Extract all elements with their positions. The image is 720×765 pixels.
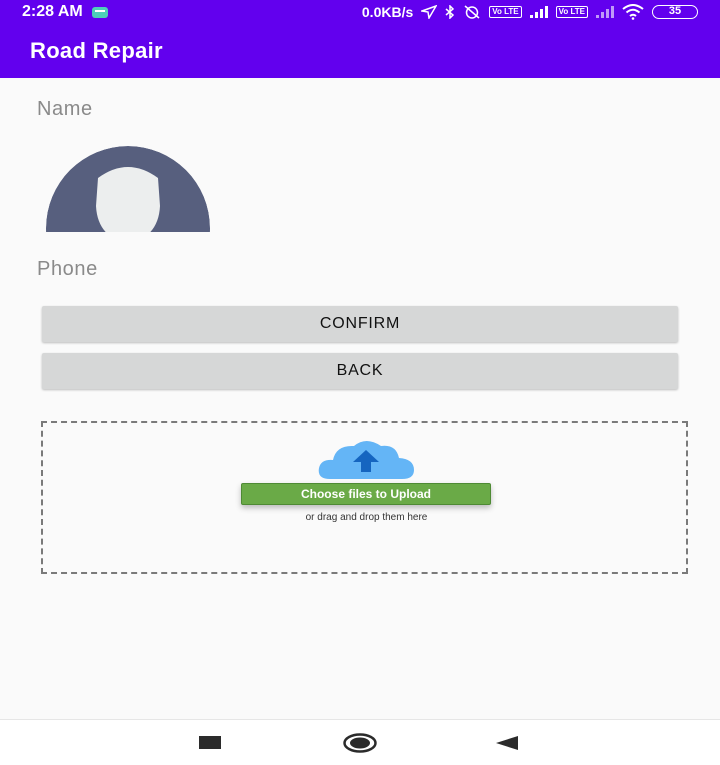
name-label: Name	[37, 98, 93, 120]
volte-badge-2: Vo LTE	[555, 6, 588, 18]
recent-apps-icon[interactable]	[199, 736, 221, 755]
status-bar: 2:28 AM 0.0KB/s Vo LTE Vo LTE 35	[0, 0, 720, 24]
back-button[interactable]: BACK	[42, 353, 678, 389]
file-drop-zone[interactable]: Choose files to Upload or drag and drop …	[41, 421, 688, 574]
alarm-off-icon	[463, 5, 481, 19]
battery-indicator: 35	[652, 5, 698, 19]
home-icon[interactable]	[343, 733, 377, 758]
network-speed: 0.0KB/s	[361, 4, 414, 20]
wifi-icon	[622, 4, 644, 20]
volte-badge: Vo LTE	[489, 6, 522, 18]
location-icon	[421, 5, 438, 19]
android-notification-icon	[91, 5, 109, 19]
profile-avatar[interactable]	[46, 146, 210, 232]
user-silhouette-icon	[46, 146, 210, 232]
clock: 2:28 AM	[22, 3, 83, 20]
choose-files-button[interactable]: Choose files to Upload	[241, 483, 491, 505]
signal-icon-2	[596, 6, 614, 18]
signal-icon	[529, 6, 548, 18]
back-icon[interactable]	[496, 735, 518, 756]
app-title: Road Repair	[30, 38, 163, 63]
phone-label: Phone	[37, 258, 98, 280]
app-bar: Road Repair	[0, 24, 720, 78]
confirm-button[interactable]: CONFIRM	[42, 306, 678, 342]
bluetooth-icon	[445, 5, 455, 19]
system-nav-bar	[0, 719, 720, 765]
drag-drop-hint: or drag and drop them here	[305, 512, 428, 523]
cloud-upload-icon	[316, 440, 416, 485]
